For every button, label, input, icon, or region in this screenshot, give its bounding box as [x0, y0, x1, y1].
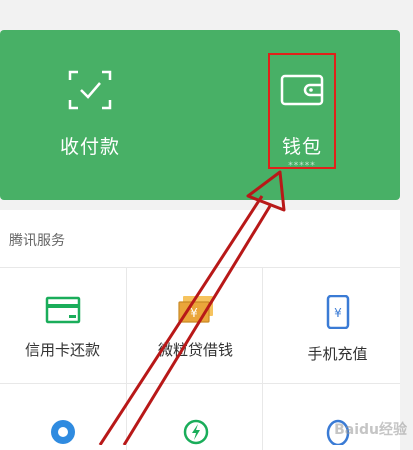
- svg-text:¥: ¥: [334, 306, 342, 320]
- credit-card-repay-label: 信用卡还款: [24, 341, 100, 359]
- service-item-partial[interactable]: [133, 415, 258, 449]
- service-item-partial[interactable]: [0, 415, 125, 449]
- credit-card-repay-item[interactable]: 信用卡还款: [0, 295, 125, 360]
- divider: [0, 267, 400, 268]
- divider: [126, 267, 127, 450]
- phone-topup-icon: ¥: [326, 294, 350, 333]
- divider: [262, 267, 263, 450]
- receive-payment-button[interactable]: 收付款: [30, 70, 150, 170]
- watermark: Baidu经验: [334, 422, 407, 438]
- receive-payment-label: 收付款: [59, 136, 120, 158]
- wallet-header-panel: 收付款 钱包 *****: [0, 30, 400, 200]
- weilidai-loan-item[interactable]: ¥ 微粒贷借钱: [133, 295, 258, 360]
- phone-topup-item[interactable]: ¥ 手机充值: [275, 294, 400, 364]
- wallet-highlight-box: [268, 53, 336, 169]
- water-drop-icon: [48, 415, 78, 449]
- scan-frame-check-icon: [68, 70, 112, 110]
- banknote-icon: ¥: [177, 295, 215, 329]
- credit-card-icon: [45, 295, 81, 329]
- weilidai-loan-label: 微粒贷借钱: [157, 341, 233, 359]
- lightning-icon: [181, 415, 211, 449]
- tencent-services-section: 腾讯服务 信用卡还款 ¥ 微粒贷借钱 ¥ 手机充值: [0, 210, 400, 450]
- divider: [0, 383, 400, 384]
- section-title: 腾讯服务: [9, 233, 65, 249]
- phone-topup-label: 手机充值: [307, 345, 368, 363]
- svg-text:¥: ¥: [190, 306, 198, 320]
